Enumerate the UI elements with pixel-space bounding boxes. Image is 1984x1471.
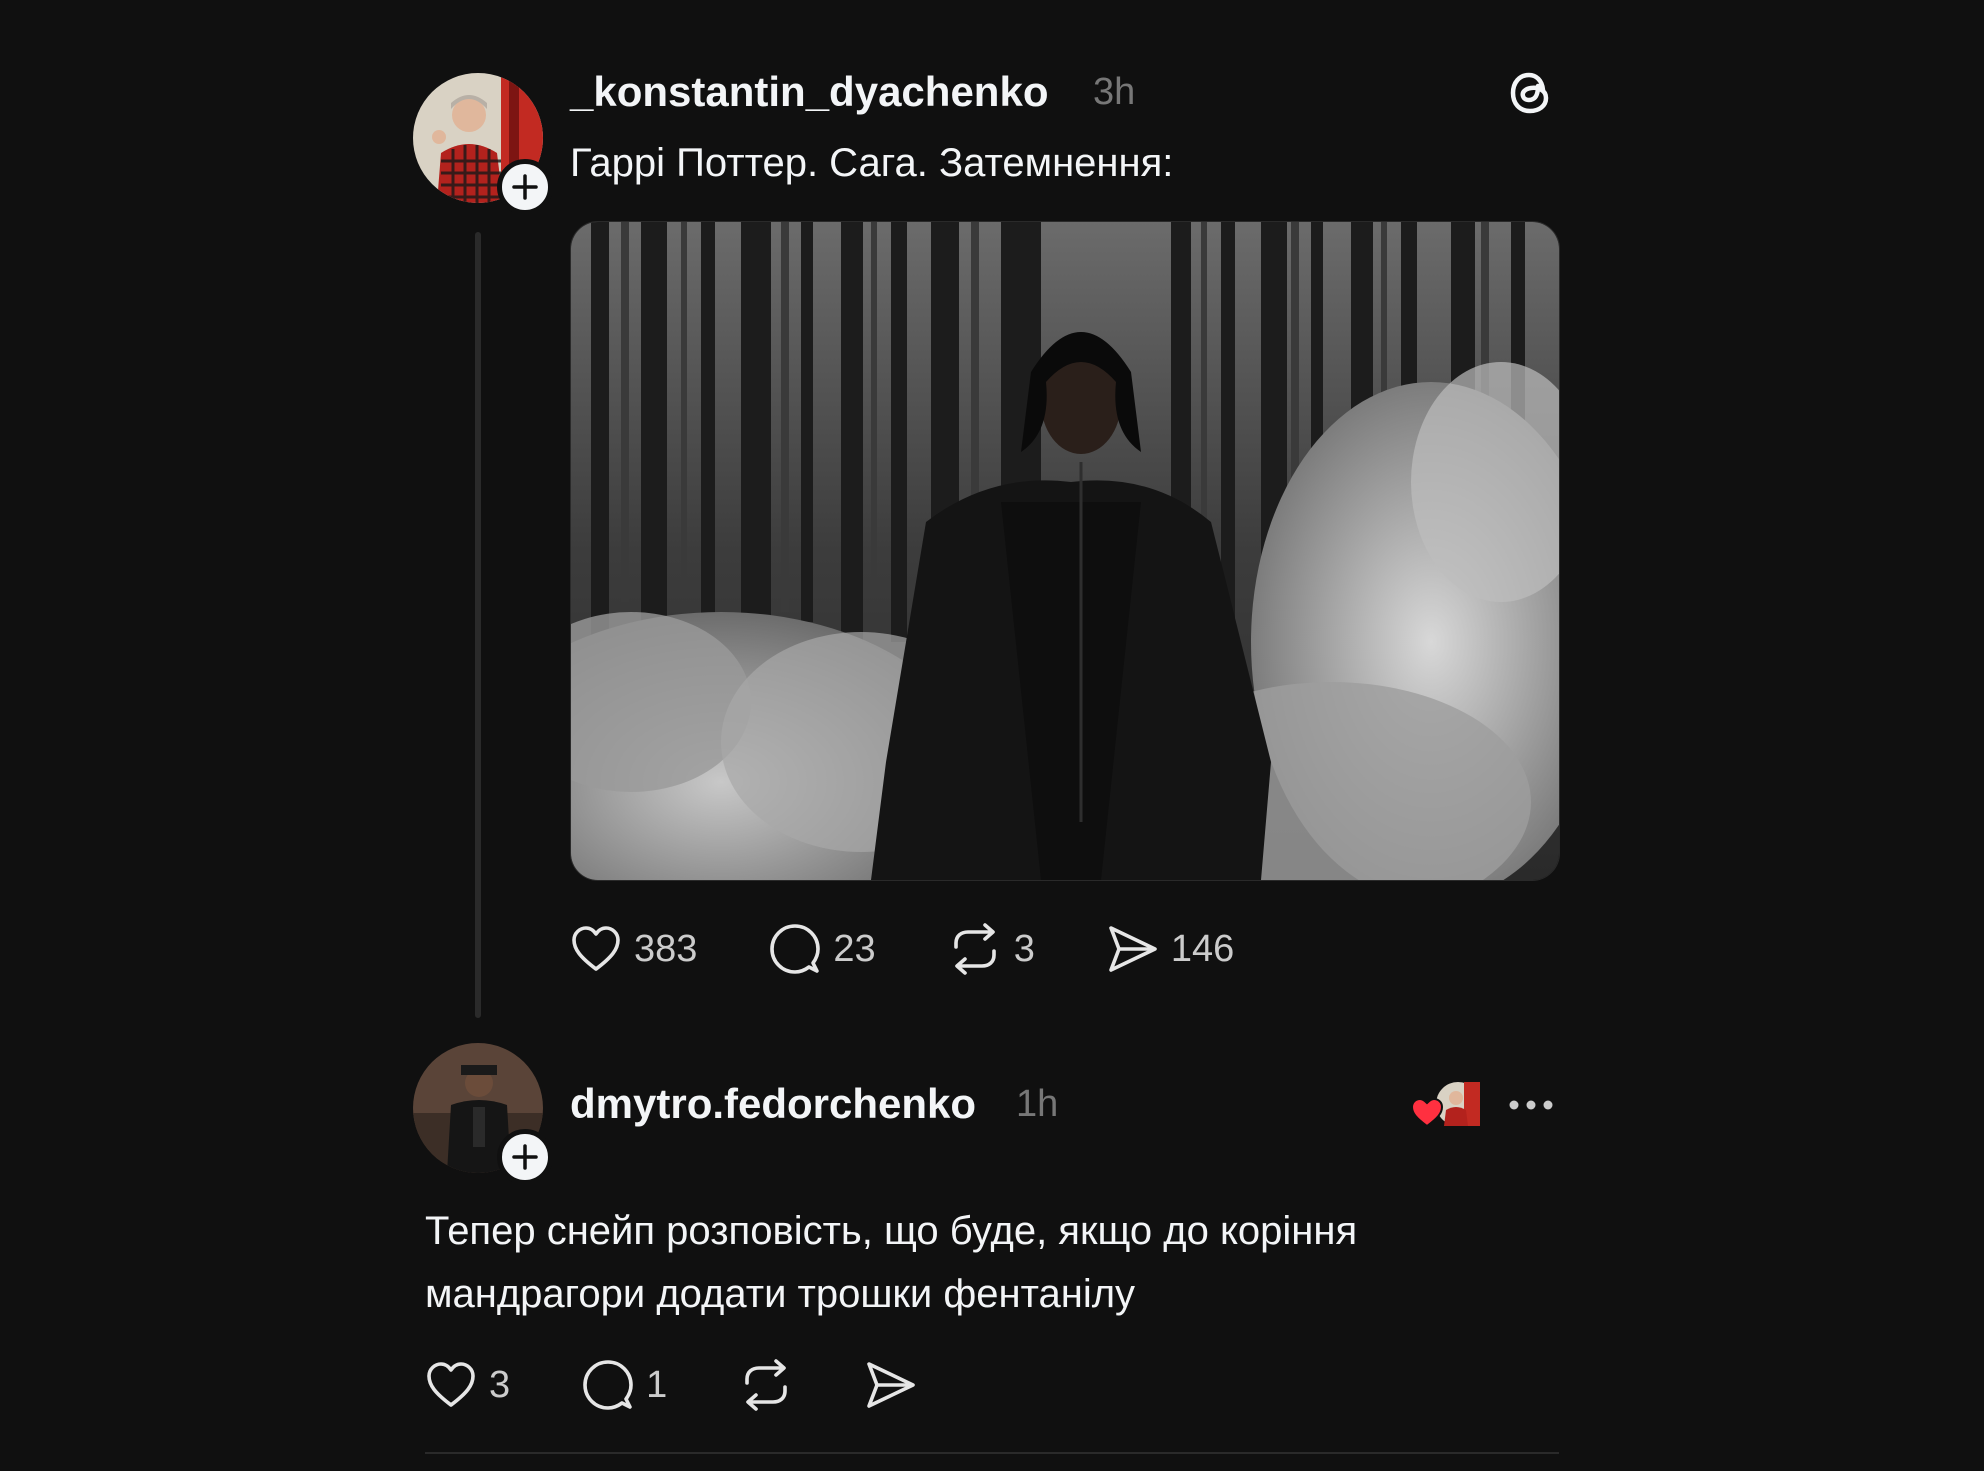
post-username[interactable]: _konstantin_dyachenko xyxy=(570,68,1048,116)
reply-username[interactable]: dmytro.fedorchenko xyxy=(570,1080,976,1128)
reply-button[interactable]: 1 xyxy=(582,1359,667,1411)
like-button[interactable]: 383 xyxy=(570,925,697,973)
repost-count: 3 xyxy=(1013,927,1035,970)
reply-text: Тепер снейп розповість, що буде, якщо до… xyxy=(425,1209,1358,1316)
heart-icon xyxy=(427,1362,475,1407)
reply-button[interactable]: 23 xyxy=(769,923,876,975)
post-actions: 383 23 3 146 xyxy=(570,923,1234,975)
more-icon[interactable] xyxy=(1506,1090,1556,1120)
heart-icon xyxy=(572,926,620,971)
divider xyxy=(425,1452,1559,1454)
reply-time: 1h xyxy=(1016,1083,1059,1125)
heart-icon xyxy=(1410,1097,1444,1128)
reply-actions: 3 1 xyxy=(425,1359,917,1411)
share-button[interactable] xyxy=(865,1359,917,1411)
repost-icon xyxy=(953,923,996,975)
threads-logo-icon[interactable] xyxy=(1505,66,1557,118)
repost-icon xyxy=(745,1359,788,1411)
repost-button[interactable]: 3 xyxy=(948,923,1035,975)
share-count: 146 xyxy=(1170,927,1235,970)
share-icon xyxy=(867,1362,916,1408)
post-image[interactable] xyxy=(570,221,1560,881)
liked-by-author-indicator xyxy=(1410,1080,1486,1130)
like-count: 383 xyxy=(634,927,698,970)
post-text: Гаррі Поттер. Сага. Затемнення: xyxy=(570,141,1174,185)
follow-button[interactable] xyxy=(497,159,553,215)
share-button[interactable]: 146 xyxy=(1107,923,1234,975)
reply-count: 1 xyxy=(646,1363,668,1406)
follow-button[interactable] xyxy=(497,1129,553,1185)
share-icon xyxy=(1109,926,1157,972)
plus-icon xyxy=(512,174,538,200)
repost-button[interactable] xyxy=(739,1359,793,1411)
like-button[interactable]: 3 xyxy=(425,1361,510,1409)
comment-icon xyxy=(770,924,821,974)
thread-connector-line xyxy=(475,232,481,1018)
post-time: 3h xyxy=(1093,71,1136,113)
reply-count: 23 xyxy=(833,927,876,970)
plus-icon xyxy=(512,1144,538,1170)
threads-page: _konstantin_dyachenko 3h Гаррі Поттер. С… xyxy=(0,0,1984,1471)
like-count: 3 xyxy=(489,1363,511,1406)
comment-icon xyxy=(583,1360,633,1410)
